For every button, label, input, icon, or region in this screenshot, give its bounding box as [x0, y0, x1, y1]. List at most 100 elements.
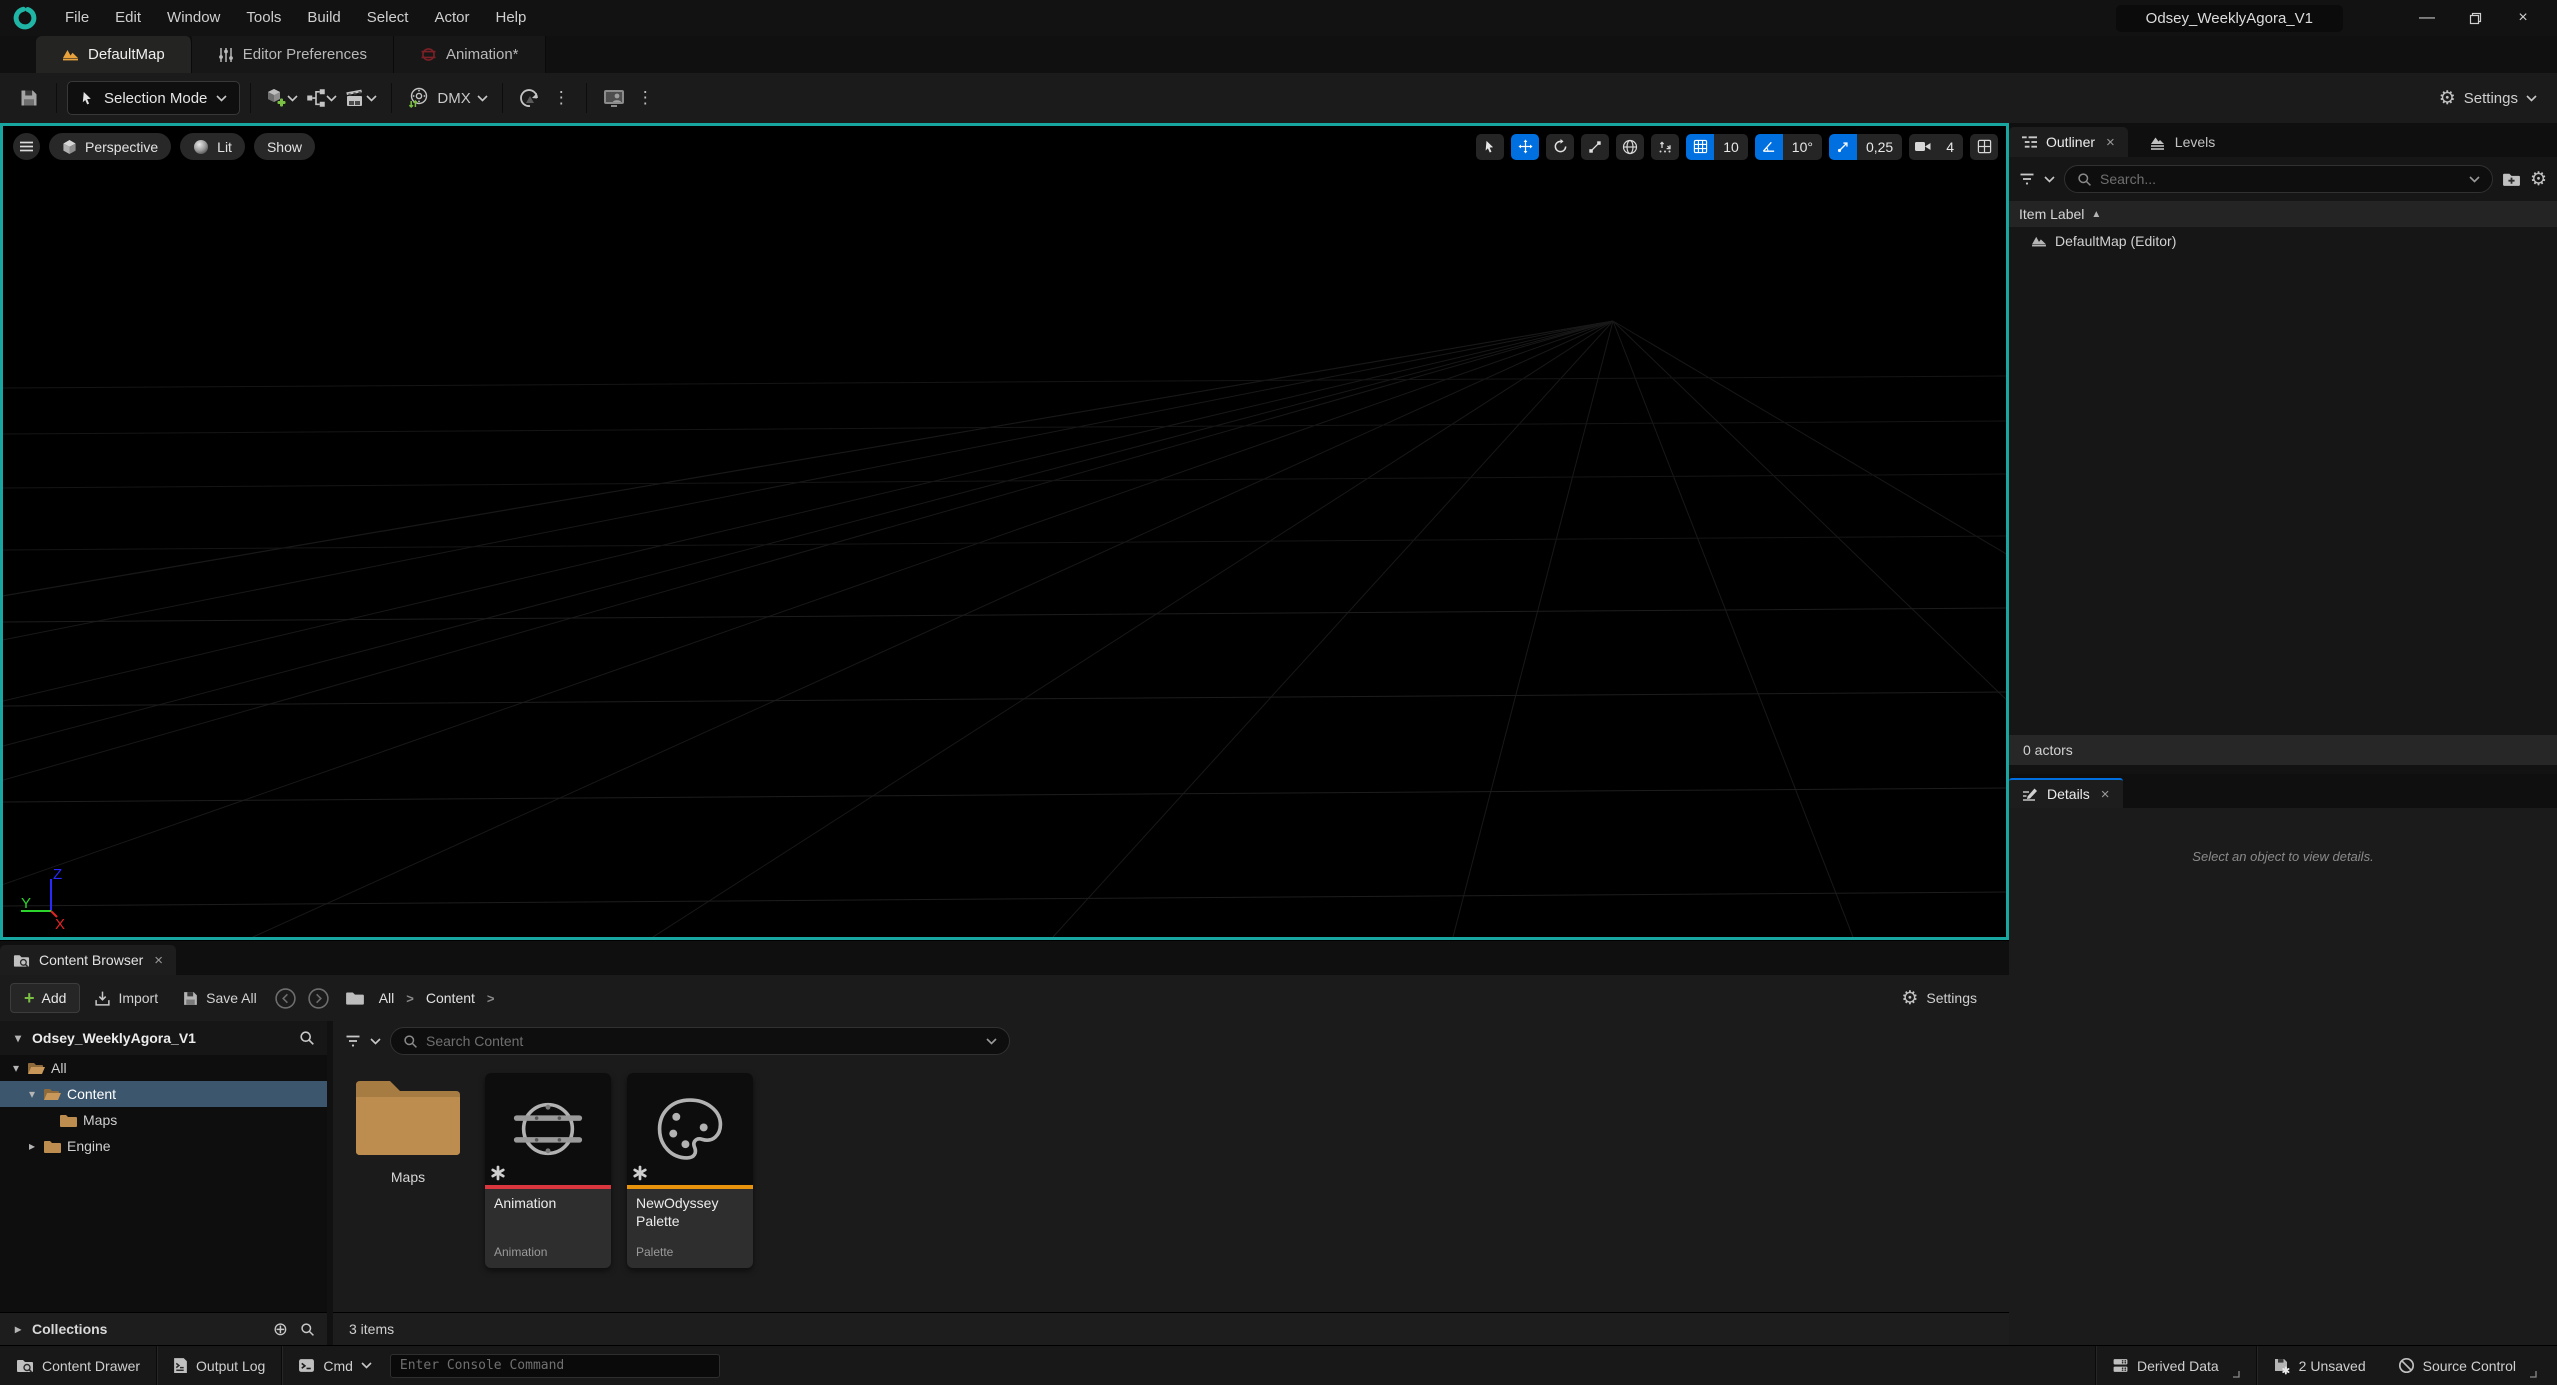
menu-edit[interactable]: Edit	[102, 0, 154, 36]
scale-tool-button[interactable]	[1581, 134, 1609, 160]
scale-snap-button[interactable]	[1829, 134, 1857, 160]
menu-tools[interactable]: Tools	[233, 0, 294, 36]
chevron-down-icon[interactable]	[370, 1038, 381, 1045]
new-folder-icon[interactable]	[2502, 171, 2521, 187]
breadcrumb-all[interactable]: All	[373, 990, 401, 1006]
chevron-down-icon[interactable]	[2469, 176, 2480, 183]
surface-snap-button[interactable]	[1651, 134, 1679, 160]
outliner-search-input[interactable]	[2100, 171, 2461, 187]
caret-down-icon[interactable]: ▾	[10, 1061, 22, 1075]
toolbar-separator	[250, 83, 251, 113]
menu-file[interactable]: File	[52, 0, 102, 36]
menu-actor[interactable]: Actor	[421, 0, 482, 36]
add-button[interactable]: + Add	[10, 983, 80, 1013]
derived-data-button[interactable]: Derived Data	[2096, 1346, 2256, 1385]
level-viewport[interactable]: Perspective Lit Show	[0, 123, 2009, 940]
chevron-down-icon[interactable]	[2044, 176, 2055, 183]
tab-outliner[interactable]: Outliner ×	[2009, 127, 2128, 157]
sources-header[interactable]: ▾ Odsey_WeeklyAgora_V1	[0, 1021, 327, 1055]
grid-snap-value[interactable]: 10	[1714, 134, 1748, 160]
viewport-perspective-dropdown[interactable]: Perspective	[49, 133, 171, 160]
close-icon[interactable]: ×	[2104, 134, 2115, 151]
caret-right-icon[interactable]: ▸	[26, 1139, 38, 1153]
outliner-search-box[interactable]	[2064, 165, 2493, 193]
device-preview-button[interactable]	[597, 81, 631, 115]
menu-help[interactable]: Help	[483, 0, 540, 36]
platforms-button[interactable]	[513, 81, 547, 115]
dmx-dropdown[interactable]: DMX	[402, 81, 491, 115]
tab-levels[interactable]: Levels	[2136, 127, 2228, 157]
breadcrumb-content[interactable]: Content	[420, 990, 481, 1006]
import-button[interactable]: Import	[84, 983, 168, 1013]
asset-card-newodyssey-palette[interactable]: NewOdyssey Palette Palette	[627, 1073, 753, 1268]
close-icon[interactable]: ×	[152, 952, 163, 969]
outliner-column-header[interactable]: Item Label ▲	[2009, 201, 2557, 227]
save-all-button[interactable]: Save All	[172, 983, 267, 1013]
tab-default-map[interactable]: DefaultMap	[36, 36, 192, 73]
save-button[interactable]	[12, 81, 46, 115]
close-button[interactable]: ×	[2499, 1, 2547, 35]
forward-button[interactable]	[307, 987, 330, 1010]
content-search-input[interactable]	[426, 1033, 978, 1049]
move-tool-button[interactable]	[1511, 134, 1539, 160]
tree-item-maps[interactable]: Maps	[0, 1107, 327, 1133]
close-icon[interactable]: ×	[2099, 786, 2110, 803]
rotate-tool-button[interactable]	[1546, 134, 1574, 160]
content-search-box[interactable]	[390, 1027, 1010, 1055]
outliner-settings-icon[interactable]: ⚙	[2530, 170, 2547, 189]
outliner-row-defaultmap[interactable]: DefaultMap (Editor)	[2009, 227, 2557, 255]
caret-down-icon[interactable]: ▾	[26, 1087, 38, 1101]
grid-snap-button[interactable]	[1686, 134, 1714, 160]
toolbar-settings-dropdown[interactable]: ⚙ Settings	[2439, 89, 2545, 108]
rotation-snap-value[interactable]: 10°	[1783, 134, 1822, 160]
camera-speed-value[interactable]: 4	[1937, 134, 1963, 160]
camera-speed-button[interactable]	[1909, 134, 1937, 160]
tree-item-all[interactable]: ▾ All	[0, 1055, 327, 1081]
viewport-lit-dropdown[interactable]: Lit	[180, 133, 245, 160]
unsaved-changes-button[interactable]: 2 Unsaved	[2257, 1346, 2382, 1385]
menu-build[interactable]: Build	[294, 0, 353, 36]
content-browser-settings-button[interactable]: ⚙ Settings	[1901, 989, 1999, 1008]
gear-icon: ⚙	[1901, 989, 1918, 1008]
world-space-button[interactable]	[1616, 134, 1644, 160]
viewport-menu-button[interactable]	[13, 133, 40, 160]
back-button[interactable]	[274, 987, 297, 1010]
dmx-icon	[406, 86, 430, 110]
blueprints-button[interactable]	[302, 81, 341, 115]
scale-snap-value[interactable]: 0,25	[1857, 134, 1902, 160]
minimize-button[interactable]: —	[2403, 1, 2451, 35]
filter-icon[interactable]	[345, 1034, 361, 1048]
device-options-button[interactable]: ⋮	[631, 88, 660, 108]
show-label: Show	[267, 139, 302, 155]
menu-select[interactable]: Select	[354, 0, 422, 36]
search-icon[interactable]	[300, 1322, 315, 1337]
menu-window[interactable]: Window	[154, 0, 233, 36]
cinematics-button[interactable]	[341, 81, 381, 115]
chevron-down-icon[interactable]	[986, 1038, 997, 1045]
tab-editor-preferences[interactable]: Editor Preferences	[192, 36, 394, 73]
platforms-options-button[interactable]: ⋮	[547, 88, 576, 108]
source-control-button[interactable]: Source Control	[2382, 1346, 2557, 1385]
tab-animation[interactable]: Animation*	[394, 36, 546, 73]
select-tool-button[interactable]	[1476, 134, 1504, 160]
content-drawer-button[interactable]: Content Drawer	[0, 1346, 156, 1385]
tab-content-browser[interactable]: Content Browser ×	[0, 945, 176, 975]
viewport-show-dropdown[interactable]: Show	[254, 133, 315, 160]
search-icon[interactable]	[299, 1030, 315, 1046]
add-actor-button[interactable]	[261, 81, 302, 115]
tree-item-engine[interactable]: ▸ Engine	[0, 1133, 327, 1159]
tree-item-content[interactable]: ▾ Content	[0, 1081, 327, 1107]
asset-folder-maps[interactable]: Maps	[347, 1073, 469, 1185]
restore-button[interactable]	[2451, 1, 2499, 35]
collections-bar[interactable]: ▸ Collections ⊕	[0, 1312, 327, 1345]
add-collection-icon[interactable]: ⊕	[273, 1319, 288, 1340]
cmd-dropdown[interactable]: Cmd	[282, 1346, 388, 1385]
output-log-button[interactable]: Output Log	[157, 1346, 281, 1385]
console-command-input[interactable]	[390, 1354, 720, 1378]
tab-details[interactable]: Details ×	[2009, 778, 2123, 808]
asset-card-animation[interactable]: Animation Animation	[485, 1073, 611, 1268]
quad-view-button[interactable]	[1970, 134, 1998, 160]
rotation-snap-button[interactable]	[1755, 134, 1783, 160]
filter-icon[interactable]	[2019, 172, 2035, 186]
selection-mode-dropdown[interactable]: Selection Mode	[67, 81, 240, 115]
